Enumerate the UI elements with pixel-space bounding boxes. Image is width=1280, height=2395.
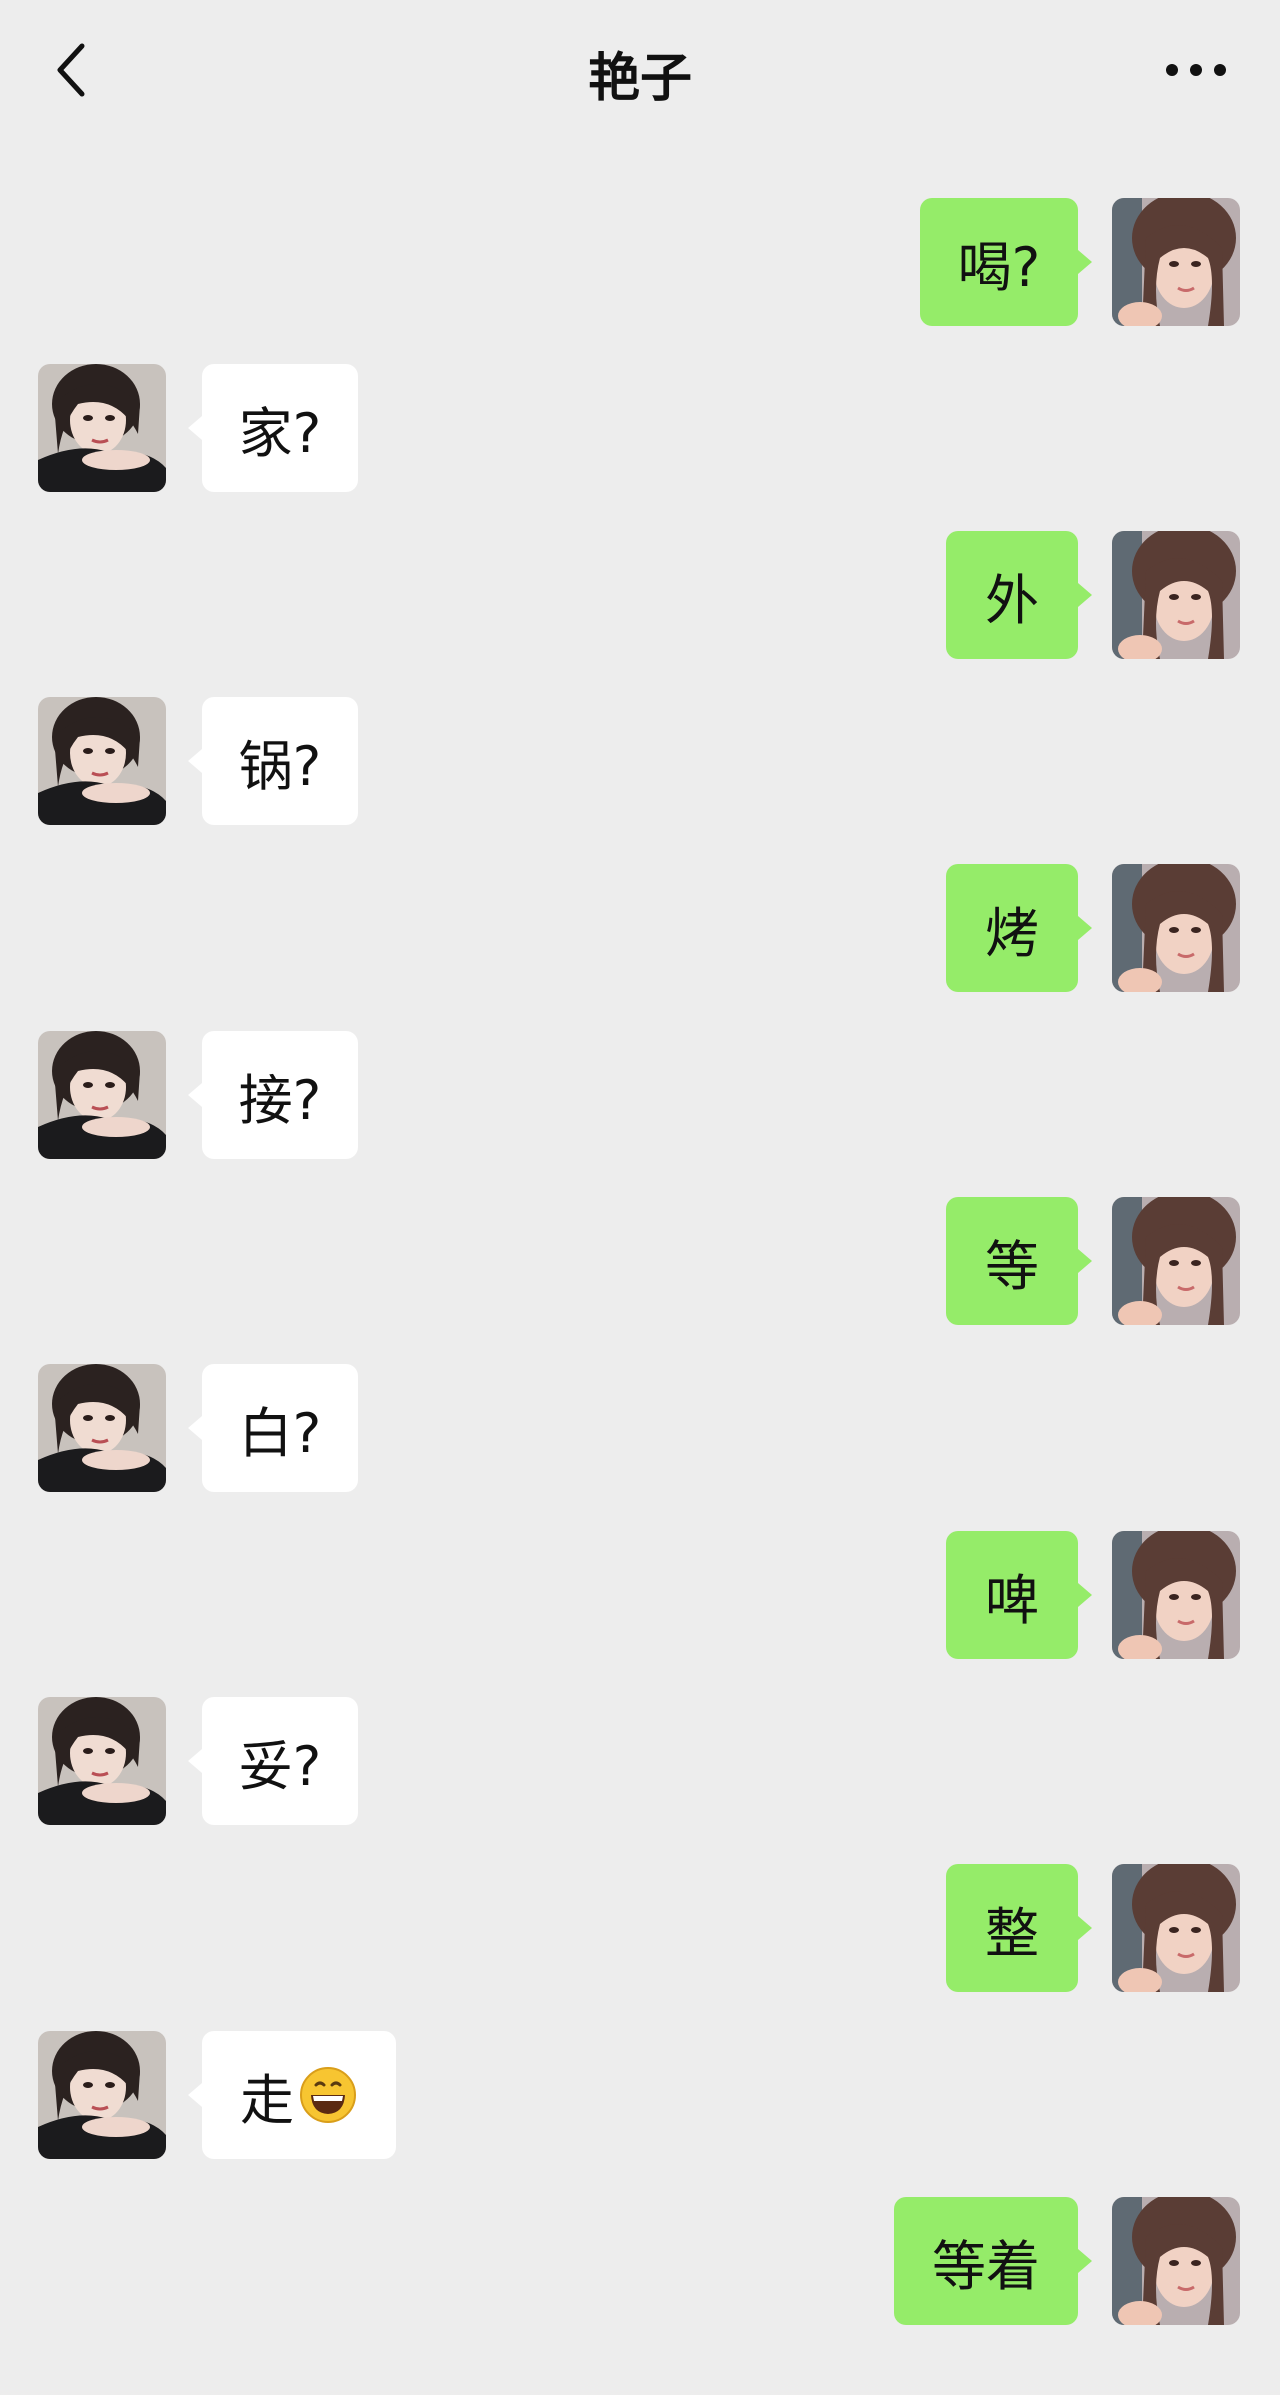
message-row-incoming: 走 — [0, 2031, 1280, 2161]
message-list[interactable]: 喝? 家? 外 锅? 烤 接? 等 白? 啤 妥? 整 走 等着 — [0, 0, 1280, 2395]
message-bubble-outgoing[interactable]: 烤 — [946, 864, 1092, 992]
message-bubble-outgoing[interactable]: 等 — [946, 1197, 1092, 1325]
message-row-incoming: 家? — [0, 364, 1280, 494]
message-row-outgoing: 烤 — [0, 864, 1280, 994]
message-bubble-incoming[interactable]: 白? — [188, 1364, 358, 1492]
contact-avatar[interactable] — [38, 1364, 166, 1492]
message-row-outgoing: 等 — [0, 1197, 1280, 1327]
contact-avatar[interactable] — [38, 697, 166, 825]
my-avatar[interactable] — [1112, 198, 1240, 326]
my-avatar[interactable] — [1112, 1531, 1240, 1659]
my-avatar[interactable] — [1112, 1864, 1240, 1992]
message-bubble-outgoing[interactable]: 等着 — [894, 2197, 1092, 2325]
message-bubble-incoming[interactable]: 走 — [188, 2031, 396, 2159]
message-text: 走 — [240, 2068, 294, 2132]
grinning-face-emoji-icon — [300, 2067, 356, 2123]
message-bubble-incoming[interactable]: 家? — [188, 364, 358, 492]
message-row-outgoing: 外 — [0, 531, 1280, 661]
my-avatar[interactable] — [1112, 864, 1240, 992]
message-bubble-incoming[interactable]: 锅? — [188, 697, 358, 825]
message-bubble-incoming[interactable]: 妥? — [188, 1697, 358, 1825]
contact-avatar[interactable] — [38, 1697, 166, 1825]
message-row-incoming: 白? — [0, 1364, 1280, 1494]
contact-avatar[interactable] — [38, 2031, 166, 2159]
contact-avatar[interactable] — [38, 1031, 166, 1159]
my-avatar[interactable] — [1112, 531, 1240, 659]
message-row-outgoing: 等着 — [0, 2197, 1280, 2327]
message-row-outgoing: 喝? — [0, 198, 1280, 328]
my-avatar[interactable] — [1112, 2197, 1240, 2325]
message-bubble-incoming[interactable]: 接? — [188, 1031, 358, 1159]
message-row-outgoing: 啤 — [0, 1531, 1280, 1661]
message-row-incoming: 接? — [0, 1031, 1280, 1161]
message-row-incoming: 锅? — [0, 697, 1280, 827]
my-avatar[interactable] — [1112, 1197, 1240, 1325]
message-bubble-outgoing[interactable]: 喝? — [920, 198, 1092, 326]
message-row-incoming: 妥? — [0, 1697, 1280, 1827]
message-bubble-outgoing[interactable]: 整 — [946, 1864, 1092, 1992]
message-row-outgoing: 整 — [0, 1864, 1280, 1994]
message-bubble-outgoing[interactable]: 外 — [946, 531, 1092, 659]
message-bubble-outgoing[interactable]: 啤 — [946, 1531, 1092, 1659]
contact-avatar[interactable] — [38, 364, 166, 492]
